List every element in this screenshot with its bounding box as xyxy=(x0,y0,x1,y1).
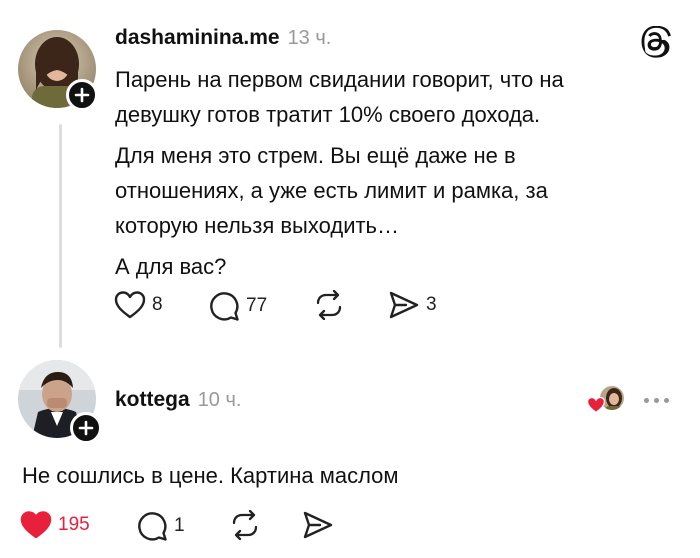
comment-icon xyxy=(210,292,239,321)
reply-header: kottega 10 ч. xyxy=(115,388,241,412)
reply-like-count: 195 xyxy=(58,514,90,535)
post-share-button[interactable]: 3 xyxy=(388,290,437,320)
post-reply-count: 77 xyxy=(246,295,268,316)
author-avatar[interactable] xyxy=(18,30,98,111)
reply-repost-button[interactable] xyxy=(228,510,262,540)
reply-timestamp: 10 ч. xyxy=(197,389,242,411)
post-reply-button[interactable]: 77 xyxy=(208,290,267,322)
repost-icon xyxy=(232,510,258,540)
reply-author-avatar[interactable] xyxy=(18,360,102,444)
threads-icon[interactable] xyxy=(640,25,672,63)
heart-filled-icon xyxy=(20,511,52,539)
send-icon xyxy=(389,291,419,319)
post-share-count: 3 xyxy=(426,294,437,315)
heart-filled-icon xyxy=(586,396,606,413)
liked-by-author-indicator xyxy=(586,384,628,416)
more-options-icon[interactable] xyxy=(644,398,669,403)
reply-reply-count: 1 xyxy=(174,515,185,536)
post-paragraph-3: А для вас? xyxy=(115,254,227,279)
post-like-button[interactable]: 8 xyxy=(114,290,163,320)
post-paragraph-2: Для меня это стрем. Вы ещё даже не в отн… xyxy=(115,143,548,238)
plus-icon xyxy=(74,87,90,103)
post-timestamp: 13 ч. xyxy=(287,27,332,49)
repost-icon xyxy=(316,290,342,320)
post-body: Парень на первом свидании говорит, что н… xyxy=(115,62,635,284)
comment-icon xyxy=(138,512,167,541)
thread-connector-line xyxy=(59,124,62,348)
reply-text: Не сошлись в цене. Картина маслом xyxy=(22,463,399,488)
send-icon xyxy=(303,511,333,539)
post-paragraph-1: Парень на первом свидании говорит, что н… xyxy=(115,67,564,127)
author-username[interactable]: dashaminina.me xyxy=(115,26,280,50)
post-repost-button[interactable] xyxy=(312,290,346,320)
reply-like-button[interactable]: 195 xyxy=(20,510,90,540)
reply-follow-plus-button[interactable] xyxy=(70,412,102,444)
post-like-count: 8 xyxy=(152,294,163,315)
reply-username[interactable]: kottega xyxy=(115,388,190,412)
follow-plus-button[interactable] xyxy=(66,79,98,111)
post-header: dashaminina.me 13 ч. xyxy=(115,26,331,50)
reply-reply-button[interactable]: 1 xyxy=(136,510,185,542)
reply-share-button[interactable] xyxy=(302,510,334,540)
plus-icon xyxy=(78,420,94,436)
heart-icon xyxy=(114,291,146,319)
